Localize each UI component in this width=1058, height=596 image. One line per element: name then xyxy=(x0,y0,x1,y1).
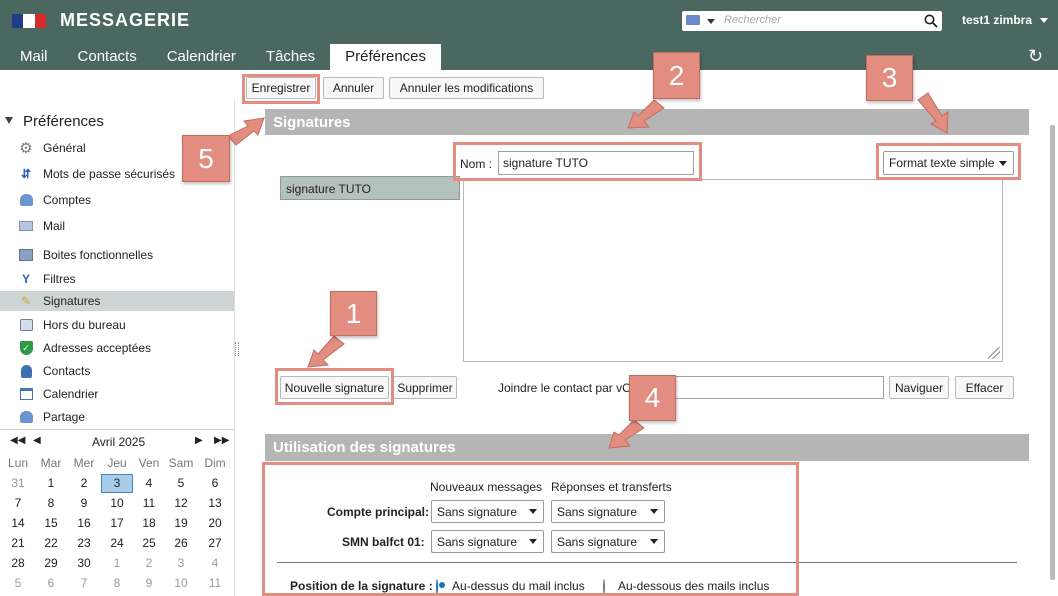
callout-3: 3 xyxy=(866,55,913,101)
callout-4: 4 xyxy=(629,375,676,421)
callout-5: 5 xyxy=(182,135,230,182)
callout-2: 2 xyxy=(653,52,700,99)
callout-1: 1 xyxy=(330,291,377,336)
